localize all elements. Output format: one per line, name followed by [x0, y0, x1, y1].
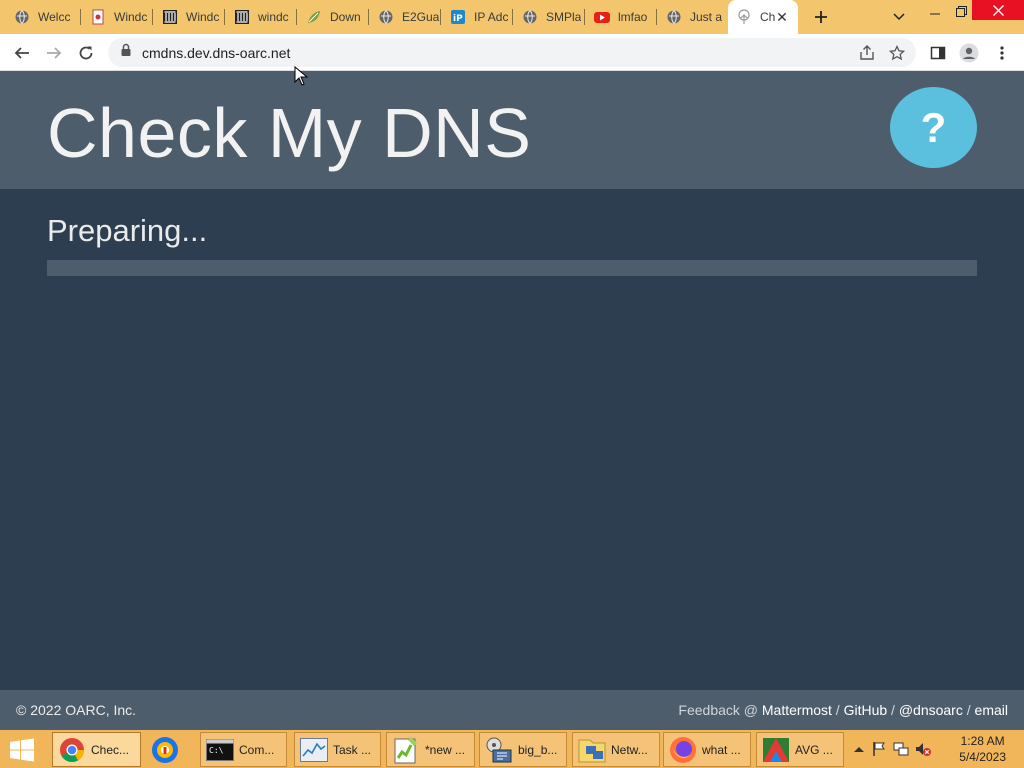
taskbar-label: big_b... [518, 742, 558, 757]
network-tray-icon[interactable] [892, 740, 910, 758]
chrome-icon [57, 735, 87, 765]
mouse-cursor-icon [294, 65, 309, 91]
building-icon [162, 9, 178, 25]
media-icon [484, 735, 514, 765]
feedback-links: Feedback @ Mattermost / GitHub / @dnsoar… [678, 702, 1008, 718]
url-text[interactable]: cmdns.dev.dns-oarc.net [142, 45, 290, 61]
help-button[interactable]: ? [890, 87, 977, 168]
taskbar-item-browser[interactable] [145, 732, 195, 767]
browser-tab[interactable]: lmfao [580, 5, 656, 29]
taskbar-item-avg[interactable]: AVG ... [756, 732, 844, 767]
taskbar-label: Com... [239, 742, 275, 757]
youtube-icon [594, 9, 610, 25]
card-icon [90, 9, 106, 25]
bookmark-star-icon[interactable] [888, 44, 906, 62]
taskbar-item-notepad-plus-plus[interactable]: *new ... [386, 732, 475, 767]
twitter-link[interactable]: @dnsoarc [899, 702, 963, 718]
browser-tab[interactable]: iP IP Adc [436, 5, 512, 29]
taskbar-label: Task ... [333, 742, 372, 757]
taskbar-label: Netw... [611, 742, 648, 757]
taskbar-label: Chec... [91, 742, 130, 757]
cmd-icon: C:\ [205, 735, 235, 765]
link-separator: / [835, 702, 840, 718]
github-link[interactable]: GitHub [844, 702, 888, 718]
volume-muted-icon[interactable] [914, 740, 932, 758]
back-icon[interactable] [8, 39, 36, 67]
restore-icon[interactable] [948, 0, 974, 22]
share-icon[interactable] [858, 44, 876, 62]
building-icon [234, 9, 250, 25]
taskbar-label: what ... [702, 742, 741, 757]
svg-text:C:\: C:\ [209, 746, 224, 755]
taskbar-item-network[interactable]: Netw... [572, 732, 660, 767]
globe-icon [378, 9, 394, 25]
avg-icon [761, 735, 791, 765]
browser-toolbar: cmdns.dev.dns-oarc.net [0, 34, 1024, 71]
taskbar-label: AVG ... [795, 742, 833, 757]
browser-tab[interactable]: SMPla [508, 5, 584, 29]
close-tab-icon[interactable]: ✕ [774, 9, 790, 25]
profile-avatar-icon[interactable] [955, 39, 983, 67]
window-close-icon[interactable] [972, 0, 1024, 20]
menu-kebab-icon[interactable] [988, 39, 1016, 67]
site-header: Check My DNS ? [0, 71, 1024, 189]
taskbar-clock[interactable]: 1:28 AM 5/4/2023 [959, 733, 1006, 765]
browser-tab-active[interactable]: Ch ✕ [728, 0, 798, 34]
email-link[interactable]: email [975, 702, 1008, 718]
forward-icon[interactable] [40, 39, 68, 67]
globe-icon [522, 9, 538, 25]
progress-bar [47, 260, 977, 276]
new-tab-icon[interactable] [808, 4, 834, 30]
tab-search-icon[interactable] [886, 4, 912, 30]
globe-icon [14, 9, 30, 25]
browser-tab[interactable]: E2Gua [364, 5, 440, 29]
reload-icon[interactable] [72, 39, 100, 67]
taskbar-item-task-manager[interactable]: Task ... [294, 732, 381, 767]
browser-tab[interactable]: windc [220, 5, 296, 29]
network-icon [577, 735, 607, 765]
browser-tab[interactable]: Windc [76, 5, 152, 29]
windows-start-icon[interactable] [6, 736, 38, 764]
browser-tab[interactable]: Welcc [0, 5, 76, 29]
taskbar-label: *new ... [425, 742, 466, 757]
browser-tab[interactable]: Just a [652, 5, 728, 29]
clock-date: 5/4/2023 [959, 750, 1006, 764]
status-text: Preparing... [47, 213, 208, 248]
link-separator: / [891, 702, 895, 718]
globe-icon [666, 9, 682, 25]
page-title: Check My DNS [47, 94, 532, 172]
windows-taskbar: Chec... C:\ Com... Task ... *new ... big… [0, 730, 1024, 768]
side-panel-icon[interactable] [924, 39, 952, 67]
task-manager-icon [299, 735, 329, 765]
site-footer: © 2022 OARC, Inc. Feedback @ Mattermost … [0, 690, 1024, 730]
taskbar-item-firefox[interactable]: what ... [663, 732, 751, 767]
tray-expand-icon[interactable] [850, 740, 868, 758]
browser-tab[interactable]: Windc [148, 5, 224, 29]
browser-tab[interactable]: Down [292, 5, 368, 29]
lock-icon[interactable] [120, 43, 132, 62]
ip-icon: iP [450, 9, 466, 25]
mattermost-link[interactable]: Mattermost [762, 702, 832, 718]
action-center-flag-icon[interactable] [870, 740, 888, 758]
tree-icon [736, 9, 752, 25]
svg-text:iP: iP [453, 14, 463, 24]
link-separator: / [966, 702, 971, 718]
taskbar-item-chrome[interactable]: Chec... [52, 732, 141, 767]
taskbar-item-media[interactable]: big_b... [479, 732, 567, 767]
firefox-icon [668, 735, 698, 765]
copyright-text: © 2022 OARC, Inc. [16, 702, 137, 718]
notepadpp-icon [391, 735, 421, 765]
minimize-icon[interactable] [922, 0, 948, 22]
taskbar-item-command-prompt[interactable]: C:\ Com... [200, 732, 287, 767]
browser-icon [150, 735, 180, 765]
leaf-icon [306, 9, 322, 25]
feedback-prefix: Feedback @ [678, 702, 758, 718]
system-tray: 1:28 AM 5/4/2023 [844, 730, 1024, 768]
browser-tab-strip: Welcc Windc Windc windc Down E2Gua iP IP… [0, 0, 1024, 34]
address-bar[interactable]: cmdns.dev.dns-oarc.net [108, 38, 916, 67]
clock-time: 1:28 AM [960, 734, 1005, 748]
